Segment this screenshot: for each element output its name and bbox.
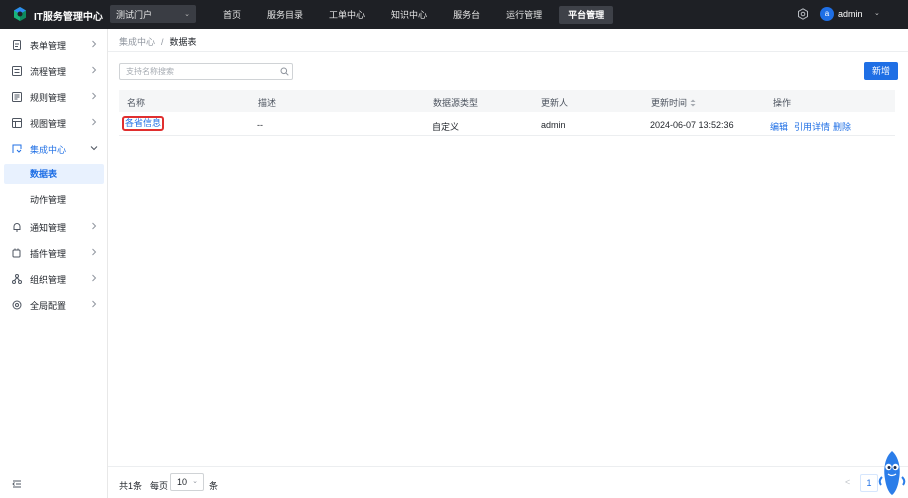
breadcrumb: 集成中心 / 数据表 — [119, 35, 197, 48]
chevron-right-icon — [92, 222, 97, 230]
top-bar: IT服务管理中心 测试门户 ⌄ 首页 服务目录 工单中心 知识中心 服务台 运行… — [0, 0, 908, 29]
chevron-right-icon — [92, 92, 97, 100]
form-icon — [13, 40, 21, 50]
sidebar-item-label: 流程管理 — [30, 66, 67, 77]
sort-icon[interactable] — [690, 99, 696, 107]
row-updated-by: admin — [541, 120, 566, 130]
sidebar: 表单管理 流程管理 规则管理 视图管理 集成中心 数据表 动作管理 通知管理 插… — [0, 29, 108, 498]
chevron-right-icon — [92, 118, 97, 126]
settings-gear-icon[interactable] — [797, 8, 809, 20]
search-icon[interactable] — [280, 67, 289, 76]
col-header-updated-at[interactable]: 更新时间 — [651, 96, 696, 109]
sidebar-item-label: 通知管理 — [30, 222, 67, 233]
sidebar-subitem-action-management[interactable]: 动作管理 — [4, 190, 104, 210]
nav-platform-management[interactable]: 平台管理 — [559, 5, 614, 24]
user-name[interactable]: admin — [838, 9, 863, 19]
sidebar-item-form-management[interactable]: 表单管理 — [0, 32, 108, 58]
main-content: 集成中心 / 数据表 支持名称搜索 新增 名称 描述 数据源类型 更新人 更新时间 … — [108, 29, 908, 498]
chevron-right-icon — [92, 248, 97, 256]
chevron-right-icon — [92, 66, 97, 74]
nav-operations[interactable]: 运行管理 — [497, 6, 551, 24]
page-number-button[interactable]: 1 — [860, 474, 878, 492]
org-icon — [12, 274, 22, 284]
app-logo-icon — [14, 7, 26, 21]
sidebar-item-label: 全局配置 — [30, 300, 67, 311]
col-header-updated-by: 更新人 — [541, 98, 569, 108]
nav-knowledge-center[interactable]: 知识中心 — [382, 6, 436, 24]
col-header-name: 名称 — [127, 98, 146, 108]
chevron-right-icon — [92, 40, 97, 48]
sidebar-item-organization-management[interactable]: 组织管理 — [0, 266, 108, 292]
sidebar-item-notification-management[interactable]: 通知管理 — [0, 214, 108, 240]
prev-page-button[interactable]: < — [845, 477, 850, 487]
sidebar-item-label: 组织管理 — [30, 274, 67, 285]
collapse-sidebar-icon[interactable] — [12, 479, 22, 489]
chevron-down-icon: ⌄ — [192, 478, 198, 485]
portal-select-value: 测试门户 — [116, 9, 153, 20]
row-source-type: 自定义 — [432, 122, 460, 132]
sidebar-item-label: 表单管理 — [30, 40, 67, 51]
add-button[interactable]: 新增 — [864, 62, 898, 80]
pagination-per-page-label: 每页 — [150, 481, 169, 491]
table-row: 各省信息 -- 自定义 admin 2024-06-07 13:52:36 编辑… — [119, 112, 895, 136]
sidebar-item-view-management[interactable]: 视图管理 — [0, 110, 108, 136]
chevron-right-icon — [92, 274, 97, 282]
header-divider — [108, 51, 908, 52]
pagination-unit: 条 — [209, 481, 219, 491]
row-description: -- — [257, 120, 263, 130]
page-size-select[interactable]: 10 ⌄ — [170, 473, 204, 491]
assistant-mascot-icon[interactable] — [877, 447, 907, 498]
pagination-total: 共1条 — [119, 481, 143, 491]
bell-icon — [13, 223, 21, 232]
nav-service-desk[interactable]: 服务台 — [444, 6, 489, 24]
breadcrumb-separator: / — [161, 37, 164, 47]
chevron-down-icon: ⌄ — [184, 11, 190, 18]
rule-icon — [12, 92, 22, 102]
breadcrumb-parent[interactable]: 集成中心 — [119, 37, 155, 47]
portal-select[interactable]: 测试门户 ⌄ — [110, 5, 196, 23]
reference-details-link[interactable]: 引用详情 — [794, 120, 830, 133]
breadcrumb-current: 数据表 — [169, 37, 197, 47]
top-nav: 首页 服务目录 工单中心 知识中心 服务台 运行管理 平台管理 — [214, 0, 621, 29]
table-header: 名称 描述 数据源类型 更新人 更新时间 操作 — [119, 90, 895, 112]
col-header-updated-at-label: 更新时间 — [651, 98, 688, 108]
row-name-link[interactable]: 各省信息 — [122, 116, 164, 131]
gear-icon — [12, 300, 22, 310]
integration-icon — [12, 144, 22, 153]
app-title: IT服务管理中心 — [34, 12, 103, 23]
user-avatar[interactable]: a — [820, 7, 834, 21]
flow-icon — [12, 66, 22, 76]
nav-home[interactable]: 首页 — [214, 6, 250, 24]
view-icon — [12, 118, 22, 128]
sidebar-item-plugin-management[interactable]: 插件管理 — [0, 240, 108, 266]
sidebar-item-label: 规则管理 — [30, 92, 67, 103]
col-header-description: 描述 — [258, 98, 277, 108]
sidebar-item-label: 视图管理 — [30, 118, 67, 129]
chevron-right-icon — [92, 300, 97, 308]
sidebar-item-label: 插件管理 — [30, 248, 67, 259]
footer-divider — [108, 466, 908, 467]
col-header-source-type: 数据源类型 — [433, 98, 479, 108]
sidebar-subitem-data-table[interactable]: 数据表 — [4, 164, 104, 184]
sidebar-item-rule-management[interactable]: 规则管理 — [0, 84, 108, 110]
delete-link[interactable]: 删除 — [833, 120, 851, 133]
chevron-down-icon — [90, 146, 98, 151]
nav-service-catalog[interactable]: 服务目录 — [258, 6, 312, 24]
edit-link[interactable]: 编辑 — [770, 120, 788, 133]
row-updated-at: 2024-06-07 13:52:36 — [650, 120, 734, 130]
sidebar-item-label: 集成中心 — [30, 144, 67, 155]
sidebar-item-integration-center[interactable]: 集成中心 — [0, 136, 108, 162]
plugin-icon — [12, 248, 21, 258]
nav-ticket-center[interactable]: 工单中心 — [320, 6, 374, 24]
chevron-down-icon[interactable]: ⌄ — [874, 9, 880, 17]
page-size-value: 10 — [177, 477, 188, 487]
sidebar-item-global-config[interactable]: 全局配置 — [0, 292, 108, 318]
search-input[interactable]: 支持名称搜索 — [119, 63, 293, 80]
col-header-actions: 操作 — [773, 98, 792, 108]
sidebar-item-flow-management[interactable]: 流程管理 — [0, 58, 108, 84]
